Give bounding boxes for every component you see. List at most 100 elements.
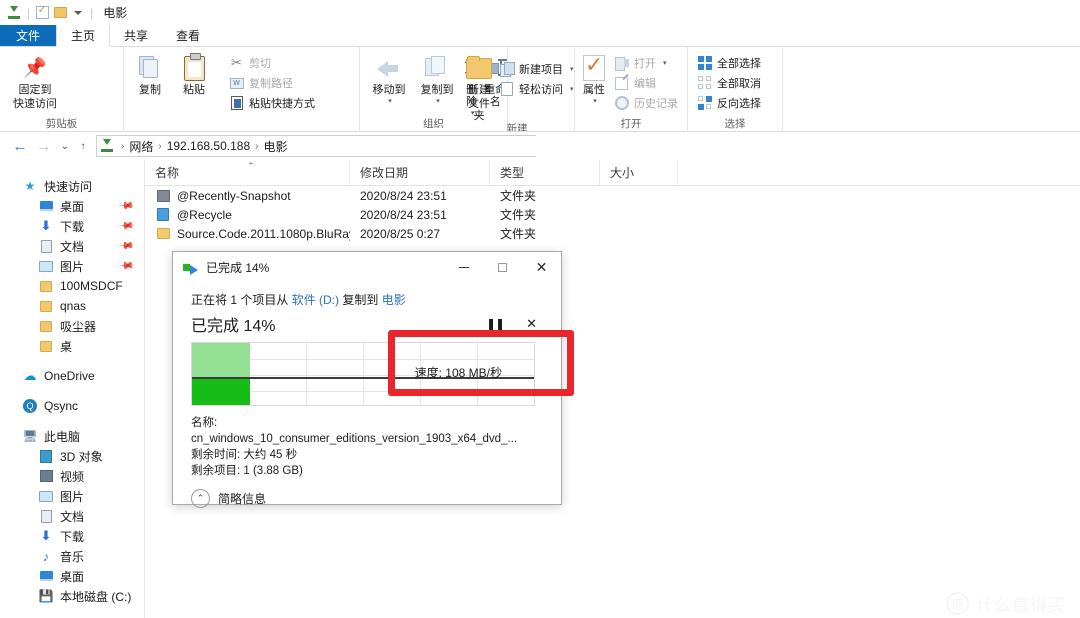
properties-button[interactable]: 属性 ▾ bbox=[581, 51, 607, 108]
new-folder-button[interactable]: 新建 文件夹 bbox=[466, 51, 492, 122]
minimize-icon[interactable] bbox=[444, 252, 483, 283]
history-button[interactable]: 历史记录 bbox=[611, 93, 681, 113]
properties-caret-icon[interactable]: ▾ bbox=[593, 96, 597, 108]
breadcrumb-item-network[interactable]: 网络 bbox=[126, 138, 156, 155]
transfer-description: 正在将 1 个项目从 软件 (D:) 复制到 电影 bbox=[191, 291, 543, 308]
open-button[interactable]: 打开 ▾ bbox=[611, 53, 681, 73]
this-pc-icon: 🖥 bbox=[22, 428, 38, 444]
transfer-destination-link[interactable]: 电影 bbox=[382, 293, 406, 307]
sidebar-item-documents-2[interactable]: 文档 bbox=[0, 506, 144, 526]
tab-file[interactable]: 文件 bbox=[0, 25, 56, 46]
sidebar-item-100msdcf[interactable]: 100MSDCF bbox=[0, 276, 144, 296]
cut-button[interactable]: ✂ 剪切 bbox=[226, 53, 318, 73]
watermark: 值 什么值得买 bbox=[946, 591, 1066, 616]
navigation-pane[interactable]: ★ 快速访问 桌面 📌 ⬇ 下载 📌 文档 📌 图片 📌 100MSDCF bbox=[0, 160, 145, 618]
speed-area-light bbox=[192, 343, 250, 377]
select-none-button[interactable]: 全部取消 bbox=[694, 73, 764, 93]
table-row[interactable]: Source.Code.2011.1080p.BluRay.x26... 202… bbox=[145, 224, 1080, 243]
copy-path-button[interactable]: W 复制路径 bbox=[226, 73, 318, 93]
table-row[interactable]: @Recycle 2020/8/24 23:51 文件夹 bbox=[145, 205, 1080, 224]
sidebar-item-downloads[interactable]: ⬇ 下载 📌 bbox=[0, 216, 144, 236]
customize-caret-icon[interactable] bbox=[69, 4, 87, 22]
sidebar-item-label: 音乐 bbox=[60, 548, 84, 565]
sidebar-item-desktop[interactable]: 桌面 📌 bbox=[0, 196, 144, 216]
maximize-icon[interactable] bbox=[483, 252, 522, 283]
sidebar-item-music[interactable]: ♪ 音乐 bbox=[0, 546, 144, 566]
properties-icon[interactable] bbox=[33, 4, 51, 22]
sidebar-item-label: 下载 bbox=[60, 218, 84, 235]
invert-selection-button[interactable]: 反向选择 bbox=[694, 93, 764, 113]
recent-locations-button[interactable]: ⌄ bbox=[56, 134, 74, 158]
copy-button[interactable]: 复制 bbox=[130, 51, 170, 96]
sidebar-item-vacuum[interactable]: 吸尘器 bbox=[0, 316, 144, 336]
select-all-label: 全部选择 bbox=[717, 55, 761, 71]
paste-button[interactable]: 粘贴 bbox=[174, 51, 214, 96]
tab-home[interactable]: 主页 bbox=[56, 25, 110, 47]
sidebar-item-pictures[interactable]: 图片 📌 bbox=[0, 256, 144, 276]
transfer-details: 名称: cn_windows_10_consumer_editions_vers… bbox=[173, 406, 561, 479]
new-folder-icon[interactable] bbox=[51, 4, 69, 22]
sidebar-item-qsync[interactable]: Q Qsync bbox=[0, 396, 144, 416]
sidebar-item-documents[interactable]: 文档 📌 bbox=[0, 236, 144, 256]
breadcrumb-item-folder[interactable]: 电影 bbox=[260, 138, 290, 155]
ribbon-group-open: 属性 ▾ 打开 ▾ 编辑 历史记录 bbox=[575, 47, 688, 132]
paste-shortcut-button[interactable]: 粘贴快捷方式 bbox=[226, 93, 318, 113]
sidebar-item-quick-access[interactable]: ★ 快速访问 bbox=[0, 176, 144, 196]
sort-ascending-icon: ⌃ bbox=[247, 161, 255, 172]
sidebar-item-label: 本地磁盘 (C:) bbox=[60, 588, 131, 605]
pin-icon[interactable]: 📌 bbox=[117, 238, 134, 254]
chevron-up-icon[interactable]: ⌃ bbox=[191, 489, 210, 508]
edit-button[interactable]: 编辑 bbox=[611, 73, 681, 93]
sidebar-item-label: 100MSDCF bbox=[60, 279, 123, 293]
close-icon[interactable]: ✕ bbox=[522, 252, 561, 283]
tab-share[interactable]: 共享 bbox=[110, 25, 162, 46]
pause-button[interactable]: ❚❚ bbox=[486, 317, 504, 331]
new-item-caret-icon[interactable]: ▾ bbox=[570, 65, 574, 73]
up-button[interactable]: ↑ bbox=[74, 134, 92, 158]
watermark-text: 什么值得买 bbox=[976, 591, 1066, 616]
sidebar-item-qnas[interactable]: qnas bbox=[0, 296, 144, 316]
dialog-title-bar[interactable]: 已完成 14% ✕ bbox=[173, 252, 561, 283]
dialog-footer[interactable]: ⌃ 简略信息 bbox=[173, 489, 561, 508]
disk-icon: 💾 bbox=[38, 588, 54, 604]
back-button[interactable]: ← bbox=[8, 134, 32, 158]
pictures-icon bbox=[38, 258, 54, 274]
sidebar-item-local-disk-c[interactable]: 💾 本地磁盘 (C:) bbox=[0, 586, 144, 606]
column-header-name[interactable]: ⌃ 名称 bbox=[145, 160, 350, 186]
sidebar-item-onedrive[interactable]: ☁ OneDrive bbox=[0, 366, 144, 386]
open-caret-icon[interactable]: ▾ bbox=[663, 59, 667, 67]
sidebar-item-3d-objects[interactable]: 3D 对象 bbox=[0, 446, 144, 466]
less-details-label: 简略信息 bbox=[218, 490, 266, 507]
easy-access-caret-icon[interactable]: ▾ bbox=[570, 85, 574, 93]
sidebar-item-this-pc[interactable]: 🖥 此电脑 bbox=[0, 426, 144, 446]
sidebar-item-zhuo[interactable]: 桌 bbox=[0, 336, 144, 356]
table-row[interactable]: @Recently-Snapshot 2020/8/24 23:51 文件夹 bbox=[145, 186, 1080, 205]
new-item-button[interactable]: 新建项目 ▾ bbox=[496, 59, 577, 79]
cancel-transfer-button[interactable]: ✕ bbox=[526, 316, 537, 332]
select-all-button[interactable]: 全部选择 bbox=[694, 53, 764, 73]
column-header-date[interactable]: 修改日期 bbox=[350, 160, 490, 186]
forward-button[interactable]: → bbox=[32, 134, 56, 158]
sidebar-item-desktop-2[interactable]: 桌面 bbox=[0, 566, 144, 586]
save-icon[interactable] bbox=[6, 4, 24, 22]
breadcrumb[interactable]: › 网络 › 192.168.50.188 › 电影 bbox=[96, 135, 536, 157]
column-header-type[interactable]: 类型 bbox=[490, 160, 600, 186]
easy-access-button[interactable]: 轻松访问 ▾ bbox=[496, 79, 577, 99]
pin-to-quick-access-button[interactable]: 📌 固定到 快速访问 bbox=[6, 51, 64, 110]
column-header-size[interactable]: 大小 bbox=[600, 160, 678, 186]
pin-icon[interactable]: 📌 bbox=[117, 218, 134, 234]
ribbon-group-new-label: 新建 bbox=[460, 122, 574, 132]
sidebar-item-label: 快速访问 bbox=[44, 178, 92, 195]
sidebar-gap-1 bbox=[0, 356, 144, 366]
pin-icon[interactable]: 📌 bbox=[117, 198, 134, 214]
quick-access-toolbar: | | 电影 bbox=[0, 0, 1080, 25]
breadcrumb-item-host[interactable]: 192.168.50.188 bbox=[164, 139, 253, 153]
transfer-source-link[interactable]: 软件 (D:) bbox=[292, 293, 339, 307]
copy-label: 复制 bbox=[139, 84, 161, 96]
sidebar-item-pictures-2[interactable]: 图片 bbox=[0, 486, 144, 506]
tab-view[interactable]: 查看 bbox=[162, 25, 214, 46]
file-name-label: @Recently-Snapshot bbox=[177, 189, 291, 203]
sidebar-item-downloads-2[interactable]: ⬇ 下载 bbox=[0, 526, 144, 546]
sidebar-item-videos[interactable]: 视频 bbox=[0, 466, 144, 486]
pin-icon[interactable]: 📌 bbox=[117, 258, 134, 274]
